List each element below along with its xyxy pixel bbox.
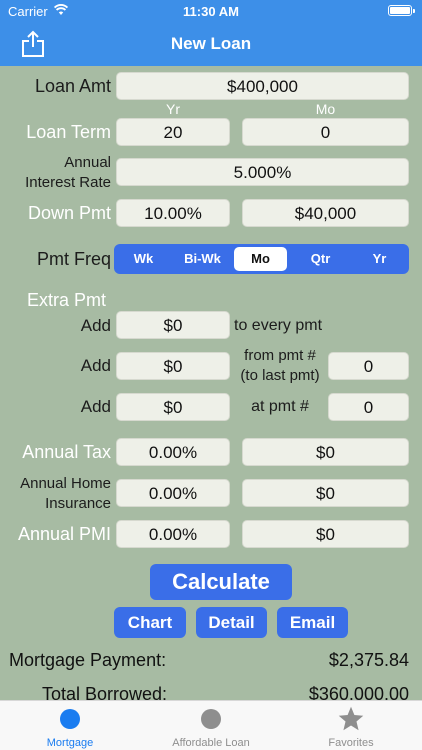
status-bar: Carrier 11:30 AM — [0, 0, 422, 22]
detail-button[interactable]: Detail — [196, 607, 267, 638]
down-pmt-amount-field[interactable]: $40,000 — [242, 199, 409, 227]
annual-pmi-label: Annual PMI — [17, 524, 111, 544]
extra-from-suffix-line2: (to last pmt) — [240, 367, 320, 384]
pmi-percent-field[interactable]: 0.00% — [116, 520, 230, 548]
page-title: New Loan — [170, 34, 252, 53]
insurance-percent-field[interactable]: 0.00% — [116, 479, 230, 507]
status-time: 11:30 AM — [183, 4, 239, 19]
loan-term-label: Loan Term — [26, 122, 111, 142]
tab-affordable-loan-label: Affordable Loan — [172, 737, 250, 749]
battery-icon — [388, 5, 415, 16]
extra-from-add-label: Add — [80, 356, 111, 375]
annual-tax-amount-field[interactable]: $0 — [242, 438, 409, 466]
extra-pmt-header: Extra Pmt — [27, 290, 107, 310]
pmt-freq-option-mo[interactable]: Mo — [234, 247, 287, 271]
extra-at-suffix: at pmt # — [251, 398, 309, 415]
term-years-field[interactable]: 20 — [116, 118, 230, 146]
calculate-button[interactable]: Calculate — [150, 564, 292, 600]
annual-tax-label: Annual Tax — [22, 442, 111, 462]
term-months-field[interactable]: 0 — [242, 118, 409, 146]
tab-favorites-label: Favorites — [328, 737, 374, 749]
extra-from-suffix-line1: from pmt # — [244, 347, 316, 364]
tab-mortgage-label: Mortgage — [46, 737, 94, 749]
down-pmt-percent-field[interactable]: 10.00% — [116, 199, 230, 227]
star-icon — [338, 706, 364, 731]
tab-affordable-loan[interactable]: Affordable Loan — [141, 701, 281, 750]
pmt-freq-option-yr[interactable]: Yr — [350, 247, 409, 271]
tab-bar: Mortgage Affordable Loan Favorites — [0, 700, 422, 750]
nav-bar: New Loan — [0, 22, 422, 66]
mortgage-payment-label: Mortgage Payment: — [9, 650, 167, 670]
email-button[interactable]: Email — [277, 607, 348, 638]
insurance-label-line1: Annual Home — [20, 475, 111, 492]
tab-mortgage[interactable]: Mortgage — [0, 701, 140, 750]
chart-button[interactable]: Chart — [114, 607, 186, 638]
extra-every-add-label: Add — [80, 316, 111, 335]
pmt-freq-option-wk[interactable]: Wk — [114, 247, 173, 271]
term-years-header: Yr — [166, 101, 180, 117]
insurance-label-line2: Insurance — [45, 495, 111, 512]
loan-amt-label: Loan Amt — [34, 76, 111, 96]
extra-every-amount-field[interactable]: $0 — [116, 311, 230, 339]
extra-every-suffix: to every pmt — [234, 317, 323, 334]
pmi-amount-field[interactable]: $0 — [242, 520, 409, 548]
interest-rate-field[interactable]: 5.000% — [116, 158, 409, 186]
pmt-freq-segmented-control: Wk Bi-Wk Mo Qtr Yr — [114, 244, 409, 274]
loan-amt-field[interactable]: $400,000 — [116, 72, 409, 100]
annual-tax-percent-field[interactable]: 0.00% — [116, 438, 230, 466]
extra-from-pmt-number-field[interactable]: 0 — [328, 352, 409, 380]
pmt-freq-option-qtr[interactable]: Qtr — [291, 247, 350, 271]
mortgage-payment-value: $2,375.84 — [328, 650, 409, 670]
extra-at-add-label: Add — [80, 397, 111, 416]
pmt-freq-label: Pmt Freq — [36, 249, 111, 269]
pmt-freq-option-biwk[interactable]: Bi-Wk — [173, 247, 232, 271]
term-months-header: Mo — [315, 101, 336, 117]
extra-at-amount-field[interactable]: $0 — [116, 393, 230, 421]
insurance-amount-field[interactable]: $0 — [242, 479, 409, 507]
tab-favorites[interactable]: Favorites — [281, 701, 421, 750]
affordable-loan-tab-icon — [201, 709, 221, 729]
interest-label-line2: Interest Rate — [25, 174, 111, 191]
extra-at-pmt-number-field[interactable]: 0 — [328, 393, 409, 421]
extra-from-amount-field[interactable]: $0 — [116, 352, 230, 380]
interest-label-line1: Annual — [64, 154, 111, 171]
down-pmt-label: Down Pmt — [27, 203, 111, 223]
mortgage-tab-icon — [60, 709, 80, 729]
